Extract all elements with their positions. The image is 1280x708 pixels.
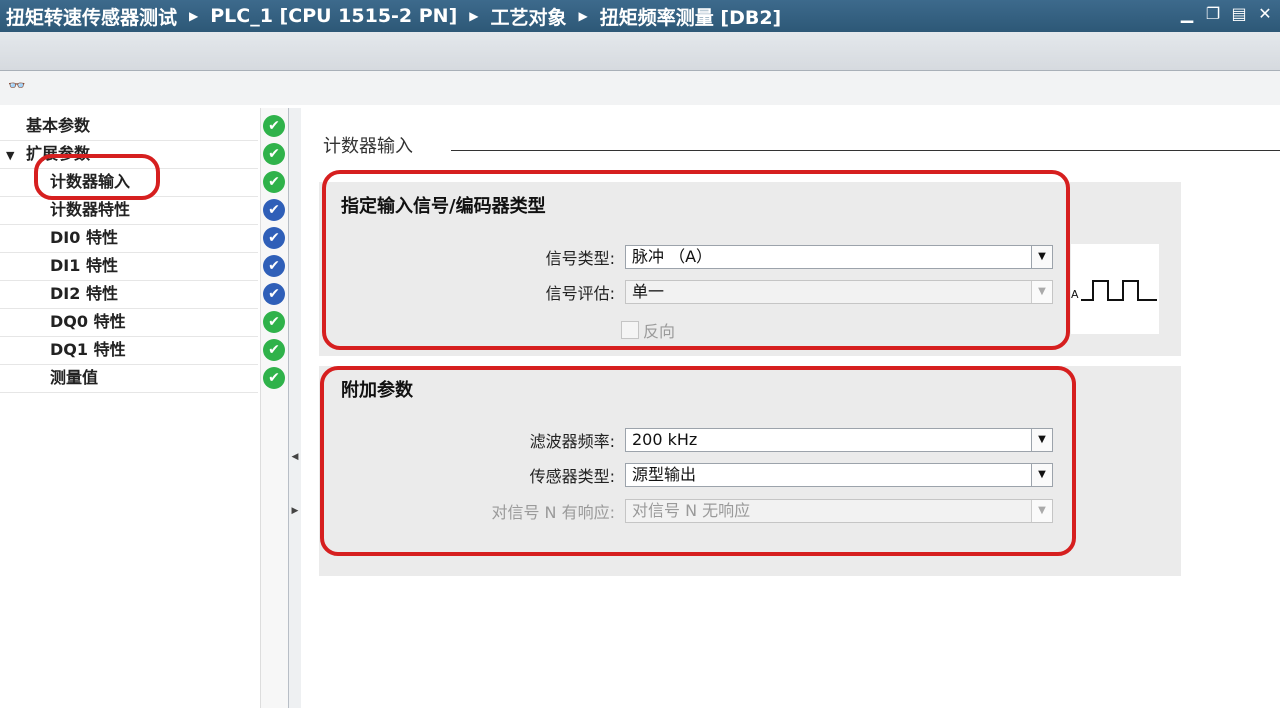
nav-status-column: ✔ ✔ ✔ ✔ ✔ ✔ ✔ ✔ ✔ ✔ bbox=[260, 108, 289, 708]
pulse-waveform-icon bbox=[1081, 280, 1157, 301]
breadcrumb-plc[interactable]: PLC_1 [CPU 1515-2 PN] bbox=[210, 5, 457, 27]
nav-item-label: 计数器特性 bbox=[50, 200, 131, 219]
annotation-highlight-signal-panel bbox=[322, 170, 1070, 350]
title-bar: 扭矩转速传感器测试 ▶ PLC_1 [CPU 1515-2 PN] ▶ 工艺对象… bbox=[0, 0, 1280, 32]
minimize-icon[interactable]: ▁ bbox=[1178, 4, 1196, 24]
status-info-icon: ✔ bbox=[263, 227, 285, 249]
status-ok-icon: ✔ bbox=[263, 171, 285, 193]
expand-triangle-icon[interactable]: ▼ bbox=[6, 149, 14, 162]
breadcrumb-separator-icon: ▶ bbox=[469, 9, 479, 23]
nav-item-label: DQ0 特性 bbox=[50, 312, 126, 331]
breadcrumb-technology-objects[interactable]: 工艺对象 bbox=[491, 3, 567, 30]
collapse-left-icon[interactable]: ◀ bbox=[291, 452, 299, 472]
nav-item-label: 测量值 bbox=[50, 368, 99, 387]
nav-item-dq0[interactable]: DQ0 特性 bbox=[0, 308, 258, 337]
status-ok-icon: ✔ bbox=[263, 143, 285, 165]
nav-item-label: DI0 特性 bbox=[50, 228, 118, 247]
status-ok-icon: ✔ bbox=[263, 339, 285, 361]
annotation-highlight-nav bbox=[34, 154, 160, 200]
nav-item-di2[interactable]: DI2 特性 bbox=[0, 280, 258, 309]
nav-item-label: DQ1 特性 bbox=[50, 340, 126, 359]
status-info-icon: ✔ bbox=[263, 255, 285, 277]
toolbar bbox=[0, 32, 1280, 71]
breadcrumb-separator-icon: ▶ bbox=[578, 9, 588, 23]
nav-item-measured-values[interactable]: 测量值 bbox=[0, 364, 258, 393]
status-ok-icon: ✔ bbox=[263, 115, 285, 137]
nav-item-basic-params[interactable]: 基本参数 bbox=[0, 112, 258, 141]
breadcrumb-separator-icon: ▶ bbox=[189, 9, 199, 23]
nav-item-label: DI1 特性 bbox=[50, 256, 118, 275]
nav-item-di1[interactable]: DI1 特性 bbox=[0, 252, 258, 281]
nav-item-label: DI2 特性 bbox=[50, 284, 118, 303]
glasses-icon[interactable]: 👓 bbox=[8, 78, 25, 94]
nav-item-label: 基本参数 bbox=[26, 116, 91, 135]
close-icon[interactable]: ✕ bbox=[1256, 4, 1274, 24]
restore-icon[interactable]: ❐ bbox=[1204, 4, 1222, 24]
breadcrumb-db[interactable]: 扭矩频率测量 [DB2] bbox=[600, 3, 781, 30]
status-ok-icon: ✔ bbox=[263, 367, 285, 389]
waveform-label: A bbox=[1071, 288, 1079, 301]
maximize-icon[interactable]: ▤ bbox=[1230, 4, 1248, 24]
status-info-icon: ✔ bbox=[263, 199, 285, 221]
pane-splitter[interactable]: ◀ ▶ bbox=[288, 108, 302, 708]
expand-right-icon[interactable]: ▶ bbox=[291, 506, 299, 526]
status-ok-icon: ✔ bbox=[263, 311, 285, 333]
view-strip bbox=[0, 71, 1280, 105]
status-info-icon: ✔ bbox=[263, 283, 285, 305]
breadcrumb-project[interactable]: 扭矩转速传感器测试 bbox=[6, 3, 177, 30]
section-title: 计数器输入 bbox=[323, 136, 413, 157]
window-controls: ▁ ❐ ▤ ✕ bbox=[1178, 4, 1274, 24]
pulse-waveform-image: A bbox=[1071, 244, 1159, 334]
breadcrumb: 扭矩转速传感器测试 ▶ PLC_1 [CPU 1515-2 PN] ▶ 工艺对象… bbox=[0, 3, 781, 30]
section-divider bbox=[451, 150, 1280, 151]
nav-item-counter-behavior[interactable]: 计数器特性 bbox=[0, 196, 258, 225]
nav-item-dq1[interactable]: DQ1 特性 bbox=[0, 336, 258, 365]
annotation-highlight-params-panel bbox=[320, 366, 1076, 556]
nav-item-di0[interactable]: DI0 特性 bbox=[0, 224, 258, 253]
